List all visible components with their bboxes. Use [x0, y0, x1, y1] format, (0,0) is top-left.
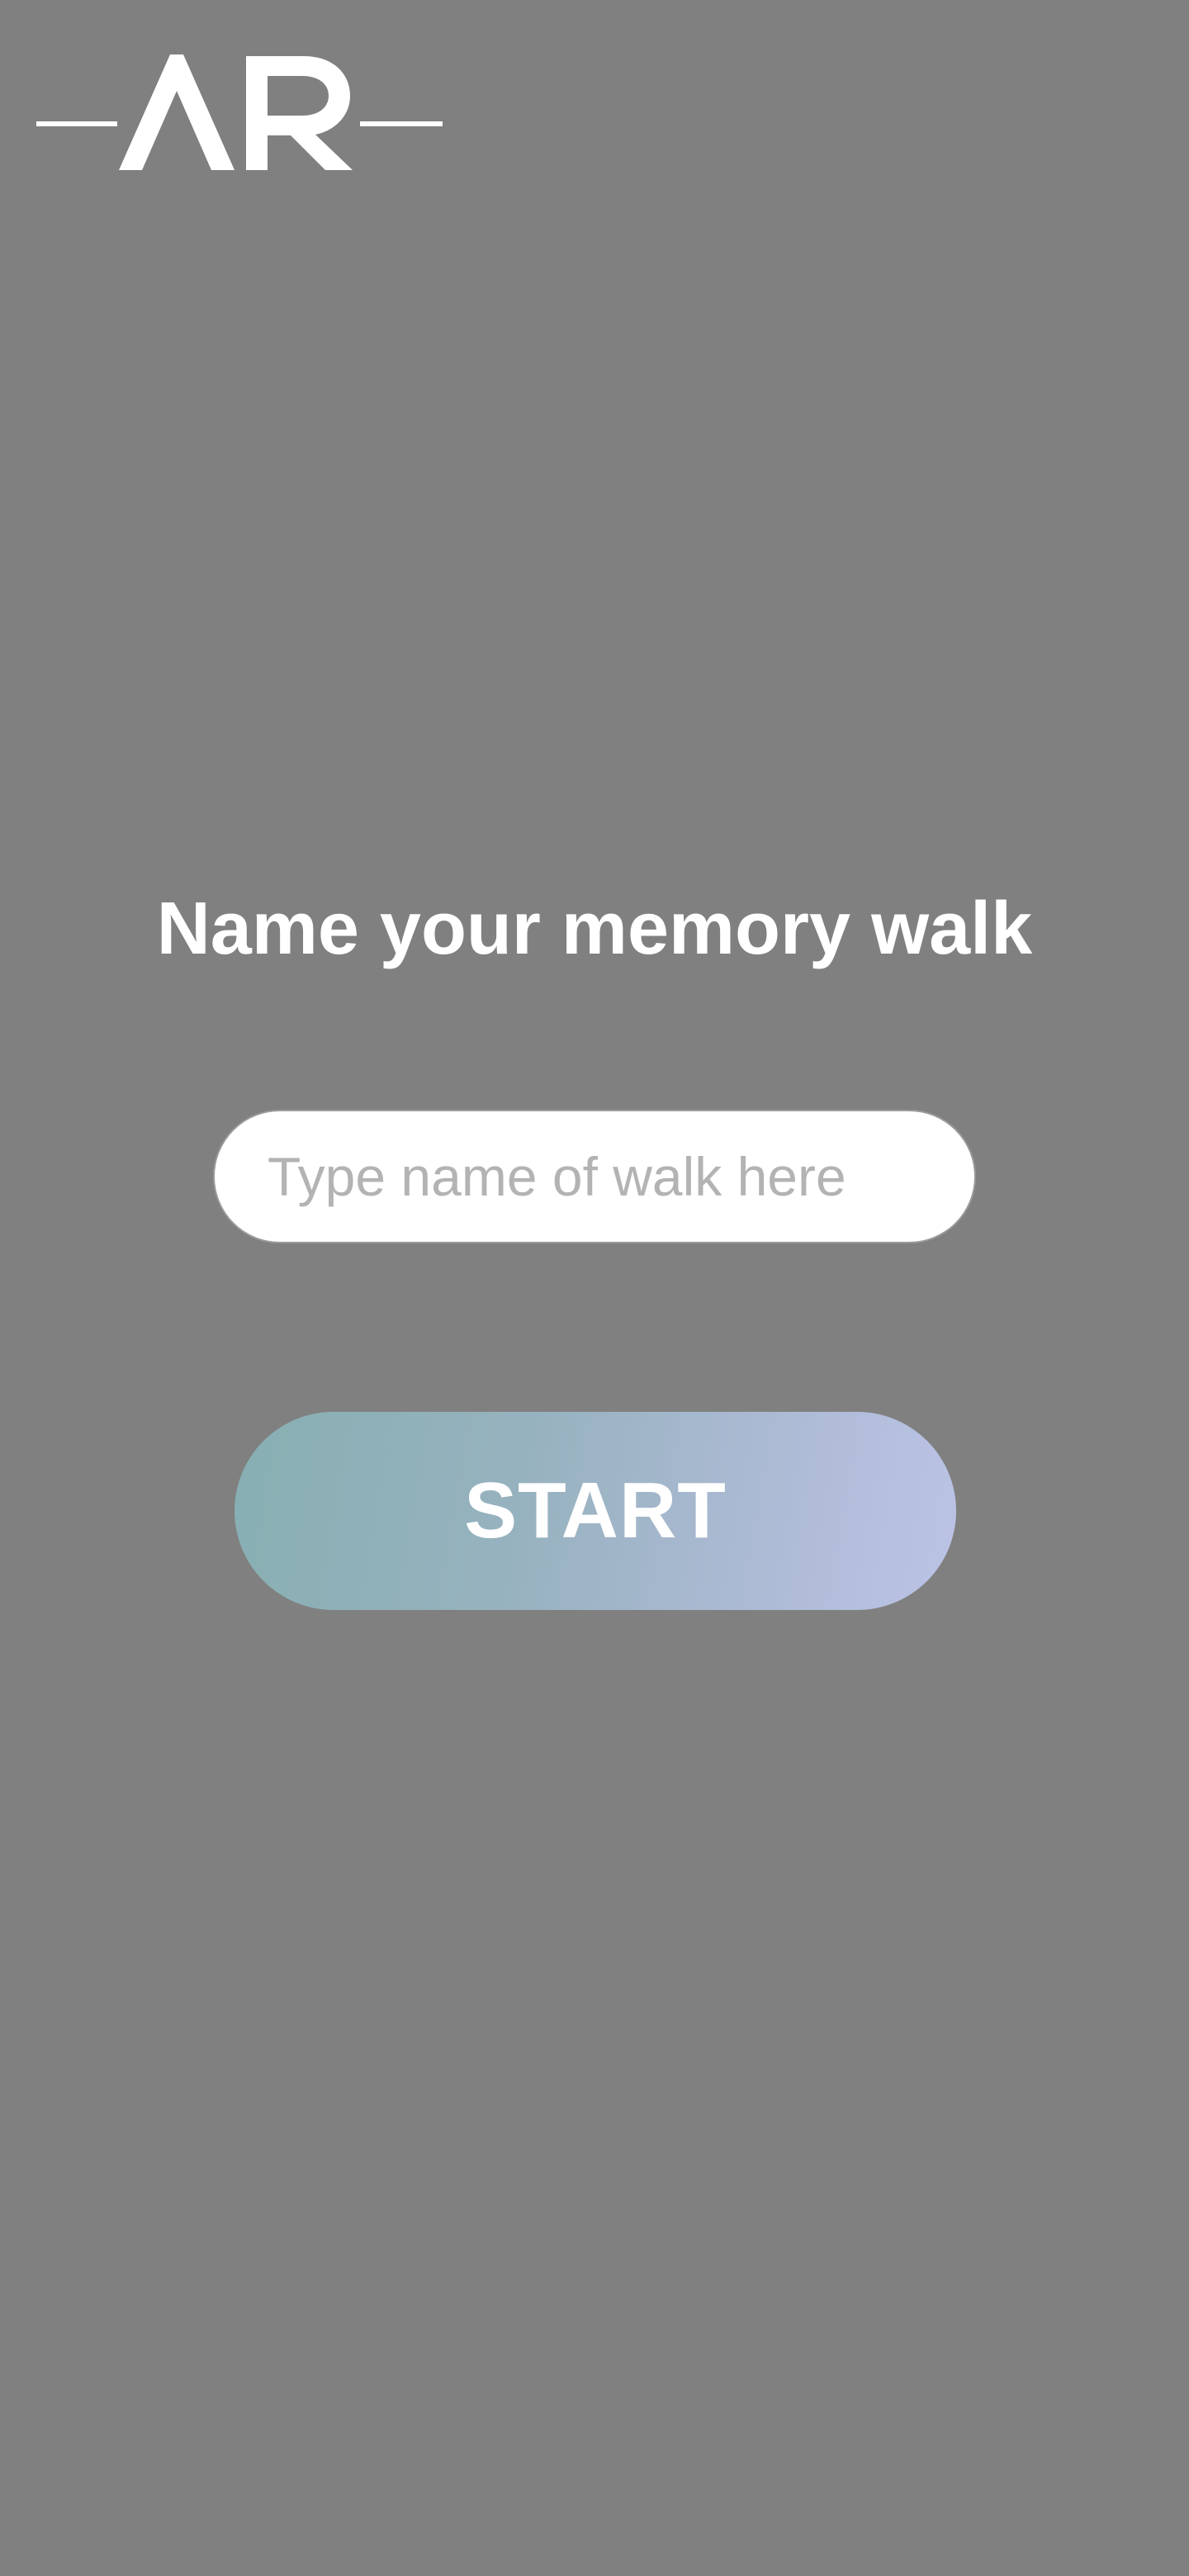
ar-logo	[36, 54, 443, 170]
logo-left-dash	[36, 121, 117, 126]
logo-right-dash	[360, 121, 443, 126]
walk-name-input[interactable]	[213, 1110, 976, 1243]
page-title: Name your memory walk	[156, 888, 1033, 970]
start-button[interactable]: START	[234, 1412, 956, 1610]
logo-letter-r	[246, 56, 353, 170]
logo-letter-a	[119, 54, 234, 170]
